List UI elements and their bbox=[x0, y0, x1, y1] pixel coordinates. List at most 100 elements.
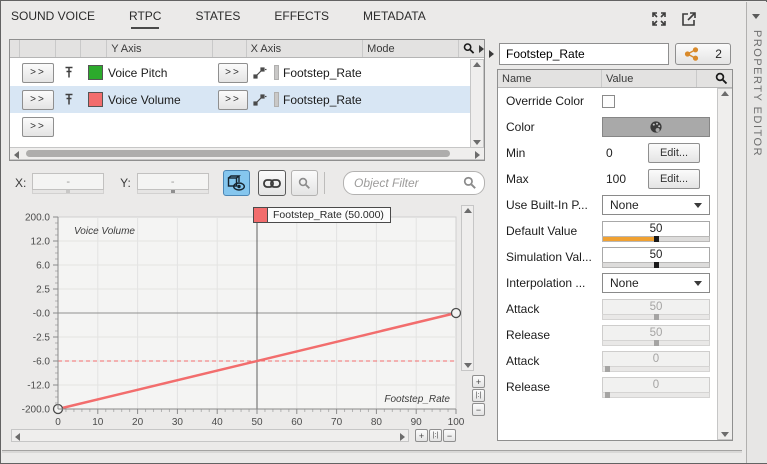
property-label: Max bbox=[498, 172, 602, 186]
slider-marker bbox=[605, 366, 610, 372]
tab-states[interactable]: STATES bbox=[195, 9, 240, 29]
rtpc-curve-icon bbox=[250, 67, 270, 79]
hscrollbar-thumb[interactable] bbox=[26, 150, 450, 157]
add-rtpc-button[interactable]: >> bbox=[22, 117, 54, 137]
spin-value: 0 bbox=[602, 351, 710, 366]
property-value: 0 bbox=[602, 146, 648, 160]
column-header-value[interactable]: Value bbox=[602, 70, 697, 87]
zoom-out-x-button[interactable]: − bbox=[443, 429, 456, 442]
x-axis-selector-button[interactable]: >> bbox=[218, 63, 248, 83]
zoom-in-y-button[interactable]: + bbox=[472, 375, 485, 388]
search-curve-button[interactable] bbox=[291, 170, 319, 196]
tab-effects[interactable]: EFFECTS bbox=[274, 9, 329, 29]
tab-rtpc[interactable]: RTPC bbox=[129, 9, 161, 29]
y-axis-selector-button[interactable]: >> bbox=[22, 90, 54, 110]
horizontal-splitter[interactable] bbox=[2, 450, 742, 453]
property-spin-field[interactable]: 50 bbox=[602, 221, 710, 242]
property-value: 100 bbox=[602, 172, 648, 186]
link-button[interactable] bbox=[258, 170, 286, 196]
y-axis-selector-button[interactable]: >> bbox=[22, 63, 54, 83]
show-game-object-button[interactable] bbox=[223, 170, 251, 196]
property-spin-field[interactable]: 50 bbox=[602, 247, 710, 268]
property-row: Color bbox=[498, 114, 717, 140]
override-color-checkbox[interactable] bbox=[602, 95, 615, 108]
edit-button[interactable]: Edit... bbox=[648, 143, 700, 163]
slider-track[interactable] bbox=[602, 262, 710, 268]
x-axis-parameter-name: Footstep_Rate bbox=[283, 66, 362, 80]
column-header-y-axis[interactable]: Y Axis bbox=[107, 40, 213, 57]
table-search-icon[interactable] bbox=[459, 40, 479, 57]
graph-toolbar: X: - Y: - bbox=[9, 165, 485, 201]
properties-search-icon[interactable] bbox=[697, 70, 732, 87]
game-object-eye-icon bbox=[227, 175, 246, 192]
spin-value[interactable]: 50 bbox=[602, 247, 710, 262]
game-parameter-name-field[interactable] bbox=[499, 43, 669, 65]
property-row: Attack0 bbox=[498, 348, 717, 374]
expand-icon[interactable] bbox=[649, 9, 669, 29]
property-row: Max100Edit... bbox=[498, 166, 717, 192]
graph-vscrollbar[interactable] bbox=[461, 205, 474, 371]
slider-marker[interactable] bbox=[654, 236, 659, 242]
column-header-x-axis[interactable]: X Axis bbox=[247, 40, 364, 57]
share-button[interactable]: 2 bbox=[675, 43, 731, 65]
panel-collapse-icon[interactable] bbox=[489, 50, 494, 58]
rtpc-table-vscrollbar[interactable] bbox=[470, 59, 484, 148]
edit-button[interactable]: Edit... bbox=[648, 169, 700, 189]
zoom-fit-y-button[interactable]: |:| bbox=[472, 389, 485, 402]
property-label: Override Color bbox=[498, 94, 602, 108]
share-icon bbox=[684, 47, 699, 61]
property-dropdown[interactable]: None bbox=[602, 273, 710, 293]
pin-icon[interactable] bbox=[56, 66, 82, 79]
spin-value: 50 bbox=[602, 299, 710, 314]
search-icon bbox=[298, 177, 311, 190]
pin-icon[interactable] bbox=[56, 93, 82, 106]
svg-text:50: 50 bbox=[251, 417, 263, 428]
curve-color-swatch bbox=[88, 92, 103, 107]
palette-icon bbox=[648, 119, 664, 135]
rtpc-table-hscrollbar[interactable] bbox=[10, 147, 484, 160]
tab-metadata[interactable]: METADATA bbox=[363, 9, 426, 29]
slider-marker bbox=[654, 314, 659, 320]
x-axis-parameter-name: Footstep_Rate bbox=[283, 93, 362, 107]
svg-text:-200.0: -200.0 bbox=[22, 405, 51, 416]
svg-text:6.0: 6.0 bbox=[36, 261, 50, 272]
rtpc-row-voice-pitch[interactable]: >> Voice Pitch >> Footstep_Rate bbox=[10, 59, 471, 86]
x-coordinate-label: X: bbox=[15, 176, 26, 190]
property-label: Use Built-In P... bbox=[498, 198, 602, 212]
popout-icon[interactable] bbox=[679, 9, 699, 29]
property-dropdown[interactable]: None bbox=[602, 195, 710, 215]
zoom-in-x-button[interactable]: + bbox=[415, 429, 428, 442]
column-header-mode[interactable]: Mode bbox=[363, 40, 459, 57]
zoom-out-y-button[interactable]: − bbox=[472, 403, 485, 416]
graph-hscrollbar[interactable] bbox=[11, 429, 409, 442]
color-picker-button[interactable] bbox=[602, 117, 710, 137]
rtpc-assignment-table: Y Axis X Axis Mode >> Voice Pitch >> Foo… bbox=[9, 39, 485, 161]
tab-sound-voice[interactable]: SOUND VOICE bbox=[11, 9, 95, 29]
svg-text:Footstep_Rate: Footstep_Rate bbox=[384, 394, 450, 405]
y-coordinate-field[interactable]: - bbox=[137, 173, 209, 190]
rtpc-curve-canvas[interactable]: 200.012.06.02.5-0.0-2.5-6.0-12.0-200.001… bbox=[9, 205, 485, 445]
spin-value[interactable]: 50 bbox=[602, 221, 710, 236]
slider-track bbox=[602, 314, 710, 320]
game-parameter-icon bbox=[274, 65, 279, 80]
rtpc-row-voice-volume[interactable]: >> Voice Volume >> Footstep_Rate bbox=[10, 86, 471, 113]
svg-text:2.5: 2.5 bbox=[36, 285, 50, 296]
svg-text:200.0: 200.0 bbox=[25, 213, 50, 224]
y-coordinate-label: Y: bbox=[120, 176, 131, 190]
property-editor-side-strip[interactable]: PROPERTY EDITOR bbox=[746, 2, 767, 463]
slider-marker[interactable] bbox=[654, 262, 659, 268]
property-spin-field: 0 bbox=[602, 351, 710, 372]
property-label: Release bbox=[498, 328, 602, 342]
slider-track[interactable] bbox=[602, 236, 710, 242]
zoom-fit-x-button[interactable]: |:| bbox=[429, 429, 442, 442]
x-axis-selector-button[interactable]: >> bbox=[218, 90, 248, 110]
properties-table: Name Value Override ColorColorMin0Edit..… bbox=[497, 69, 733, 441]
share-count: 2 bbox=[715, 47, 722, 61]
svg-text:30: 30 bbox=[172, 417, 184, 428]
header-overflow-icon[interactable] bbox=[479, 45, 484, 53]
y-axis-property-name: Voice Volume bbox=[108, 93, 216, 107]
x-coordinate-field[interactable]: - bbox=[32, 173, 104, 190]
properties-vscrollbar[interactable] bbox=[717, 88, 732, 440]
curve-color-chip bbox=[254, 208, 268, 222]
column-header-name[interactable]: Name bbox=[498, 70, 602, 87]
